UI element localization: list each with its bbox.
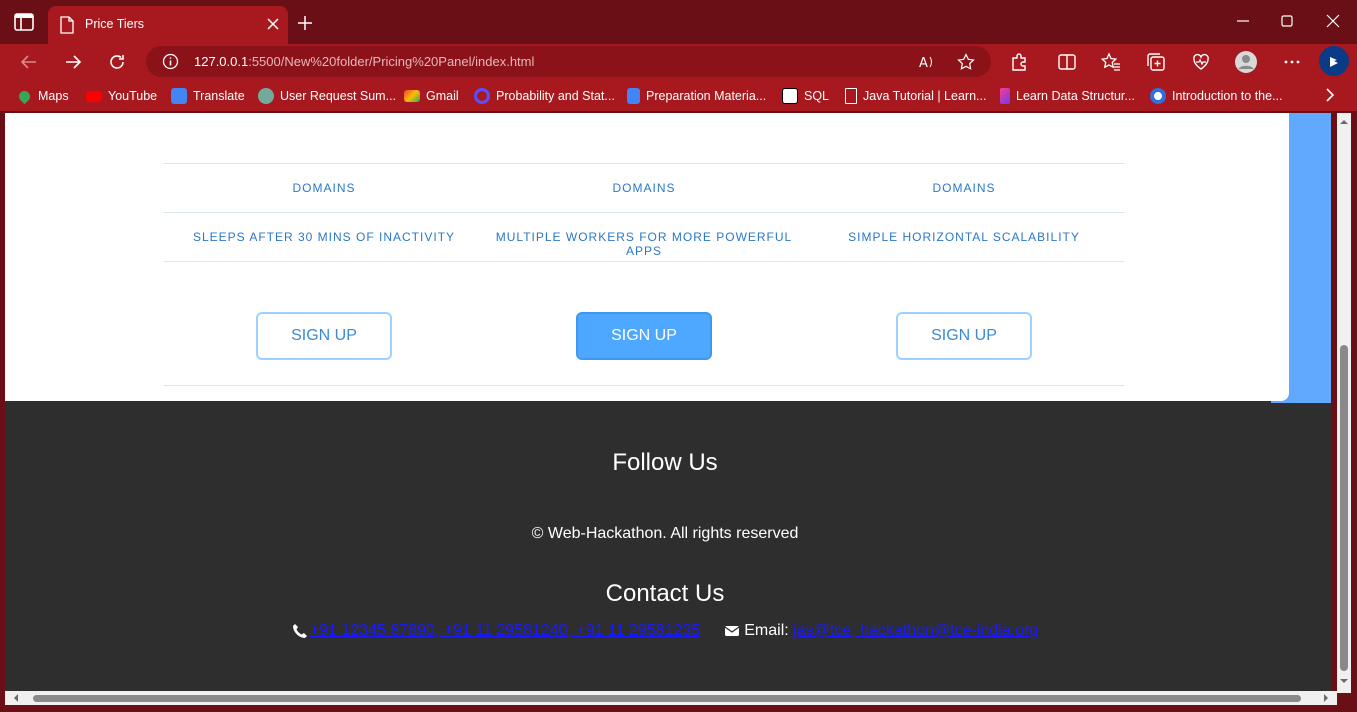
phone-numbers-link[interactable]: +91 12345 67890, +91 11 29581240, +91 11… xyxy=(310,622,700,640)
browser-tab[interactable]: Price Tiers xyxy=(48,6,288,44)
bookmark-sql[interactable]: SQL xyxy=(782,87,829,105)
gmail-icon xyxy=(404,90,420,102)
address-bar[interactable]: 127.0.0.1:5500/New%20folder/Pricing%20Pa… xyxy=(146,46,991,77)
close-tab-icon[interactable] xyxy=(266,17,280,31)
bookmark-user-request[interactable]: User Request Sum... xyxy=(258,87,396,105)
divider xyxy=(164,261,1124,262)
tier-basic-feature: SLEEPS AFTER 30 MINS OF INACTIVITY xyxy=(192,230,456,244)
contact-line: +91 12345 67890, +91 11 29581240, +91 11… xyxy=(5,622,1325,640)
new-tab-icon[interactable] xyxy=(297,15,313,31)
refresh-icon[interactable] xyxy=(107,52,127,72)
horizontal-scroll-thumb[interactable] xyxy=(33,695,1301,702)
signup-button-pro[interactable]: SIGN UP xyxy=(576,312,712,360)
bookmarks-bar: Maps YouTube Translate User Request Sum.… xyxy=(0,80,1357,111)
favorite-star-icon[interactable] xyxy=(957,53,975,71)
email-link[interactable]: jas@tce, hackathon@tce-india.org xyxy=(793,622,1038,640)
youtube-icon xyxy=(86,90,102,102)
title-bar: Price Tiers xyxy=(0,0,1357,44)
chatgpt-icon xyxy=(258,88,274,104)
close-window-icon[interactable] xyxy=(1326,14,1340,28)
contact-us-heading: Contact Us xyxy=(605,580,725,607)
translate-icon xyxy=(171,88,187,104)
browser-essentials-icon[interactable] xyxy=(1191,52,1211,72)
minimize-icon[interactable] xyxy=(1236,14,1250,28)
copyright-text: © Web-Hackathon. All rights reserved xyxy=(531,525,799,542)
signup-button-basic[interactable]: SIGN UP xyxy=(256,312,392,360)
vertical-scrollbar[interactable] xyxy=(1337,113,1351,693)
profile-avatar-icon[interactable] xyxy=(1234,50,1258,74)
divider xyxy=(164,212,1124,213)
bookmark-introduction[interactable]: Introduction to the... xyxy=(1150,87,1283,105)
collections-icon[interactable] xyxy=(1146,52,1166,72)
maps-icon xyxy=(16,88,33,104)
bing-copilot-icon[interactable] xyxy=(1318,45,1350,77)
follow-us-heading: Follow Us xyxy=(612,449,718,476)
phone-icon xyxy=(292,624,307,638)
page-icon xyxy=(845,88,857,104)
scroll-left-icon[interactable] xyxy=(11,693,21,703)
forward-icon[interactable] xyxy=(63,52,83,72)
tier-pro-feature: MULTIPLE WORKERS FOR MORE POWERFUL APPS xyxy=(495,230,793,258)
tier-enterprise-domains: DOMAINS xyxy=(932,181,996,195)
tier-pro-domains: DOMAINS xyxy=(612,181,676,195)
divider xyxy=(164,163,1124,164)
page-viewport: DOMAINS DOMAINS DOMAINS SLEEPS AFTER 30 … xyxy=(5,113,1331,693)
scroll-down-icon[interactable] xyxy=(1339,676,1349,686)
back-icon[interactable] xyxy=(19,52,39,72)
bookmark-gmail[interactable]: Gmail xyxy=(404,87,459,105)
page-icon xyxy=(60,16,74,34)
pricing-panel: DOMAINS DOMAINS DOMAINS SLEEPS AFTER 30 … xyxy=(5,113,1289,401)
maximize-icon[interactable] xyxy=(1280,14,1294,28)
extensions-icon[interactable] xyxy=(1009,52,1029,72)
scroll-right-icon[interactable] xyxy=(1321,693,1331,703)
svg-text:A: A xyxy=(919,56,928,71)
docs-icon xyxy=(627,88,640,104)
split-screen-icon[interactable] xyxy=(1057,52,1077,72)
horizontal-scrollbar[interactable] xyxy=(5,691,1337,705)
site-info-icon[interactable] xyxy=(162,53,179,70)
bookmark-data-structures[interactable]: Learn Data Structur... xyxy=(1000,87,1135,105)
bookmark-translate[interactable]: Translate xyxy=(171,87,245,105)
bookmark-java[interactable]: Java Tutorial | Learn... xyxy=(845,87,986,105)
scroll-up-icon[interactable] xyxy=(1339,117,1349,127)
bookmark-youtube[interactable]: YouTube xyxy=(86,87,157,105)
bookmark-preparation[interactable]: Preparation Materia... xyxy=(627,87,766,105)
browser-toolbar: 127.0.0.1:5500/New%20folder/Pricing%20Pa… xyxy=(0,44,1357,80)
more-options-icon[interactable] xyxy=(1282,52,1302,72)
bookmark-probability[interactable]: Probability and Stat... xyxy=(474,87,615,105)
email-label: Email: xyxy=(744,622,794,639)
vertical-scroll-thumb[interactable] xyxy=(1340,345,1348,671)
chevron-right-icon[interactable] xyxy=(1323,88,1337,102)
envelope-icon xyxy=(724,626,740,636)
c-icon xyxy=(1150,88,1166,104)
notion-icon xyxy=(782,88,798,104)
bookmark-maps[interactable]: Maps xyxy=(16,87,69,105)
tab-title: Price Tiers xyxy=(85,17,145,31)
url-text: 127.0.0.1:5500/New%20folder/Pricing%20Pa… xyxy=(194,54,535,69)
divider xyxy=(164,385,1124,386)
sidebar-toggle-icon[interactable] xyxy=(14,13,34,31)
ds-icon xyxy=(1000,88,1010,104)
tier-basic-domains: DOMAINS xyxy=(292,181,356,195)
q-icon xyxy=(474,88,490,104)
tier-enterprise-feature: SIMPLE HORIZONTAL SCALABILITY xyxy=(848,230,1080,244)
signup-button-enterprise[interactable]: SIGN UP xyxy=(896,312,1032,360)
read-aloud-icon[interactable]: A xyxy=(918,53,936,71)
favorites-icon[interactable] xyxy=(1101,52,1121,72)
